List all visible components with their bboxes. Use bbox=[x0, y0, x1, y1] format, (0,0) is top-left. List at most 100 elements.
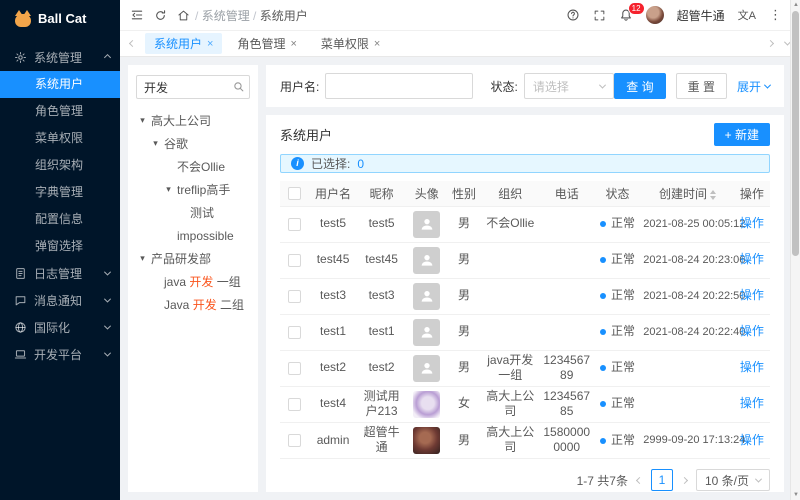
reset-button[interactable]: 重 置 bbox=[675, 73, 727, 99]
tree-node[interactable]: 测试 bbox=[136, 201, 250, 224]
tree-node-label: java 开发 一组 bbox=[164, 275, 241, 289]
selection-count: 0 bbox=[357, 156, 365, 171]
username-label[interactable]: 超管牛通 bbox=[677, 7, 725, 24]
row-action-link[interactable]: 操作 bbox=[740, 433, 764, 447]
tree-node[interactable]: Java 开发 二组 bbox=[136, 293, 250, 316]
cell-org bbox=[480, 242, 540, 279]
tree-node[interactable]: ▾ 产品研发部 bbox=[136, 247, 250, 270]
more-menu-icon[interactable]: ⋮ bbox=[769, 7, 782, 23]
sort-icon[interactable] bbox=[710, 189, 717, 200]
cell-phone: 15800000000 bbox=[539, 422, 594, 460]
cell-gender: 男 bbox=[447, 242, 481, 279]
close-icon[interactable]: × bbox=[207, 38, 213, 50]
sidebar-group[interactable]: 消息通知 bbox=[0, 287, 120, 314]
tree-node[interactable]: ▾ treflip高手 bbox=[136, 178, 250, 201]
row-checkbox[interactable] bbox=[288, 397, 302, 411]
sidebar-item[interactable]: 角色管理 bbox=[0, 98, 120, 125]
selection-alert-text: 已选择: bbox=[311, 157, 351, 171]
tree-node[interactable]: ▾ 谷歌 bbox=[136, 132, 250, 155]
row-action-link[interactable]: 操作 bbox=[740, 396, 764, 410]
column-header: 用户名 bbox=[309, 181, 357, 207]
sidebar-item[interactable]: 弹窗选择 bbox=[0, 233, 120, 260]
tab[interactable]: 菜单权限 × bbox=[312, 33, 389, 54]
tree-node[interactable]: impossible bbox=[136, 224, 250, 247]
tree-node[interactable]: ▾ 高大上公司 bbox=[136, 109, 250, 132]
sidebar-group[interactable]: 开发平台 bbox=[0, 341, 120, 368]
sidebar-item[interactable]: 菜单权限 bbox=[0, 125, 120, 152]
next-page-button[interactable] bbox=[680, 476, 689, 484]
tree-node[interactable]: 不会Ollie bbox=[136, 155, 250, 178]
home-icon[interactable] bbox=[177, 9, 190, 22]
cell-nickname: 超管牛通 bbox=[356, 422, 407, 460]
sidebar-item[interactable]: 字典管理 bbox=[0, 179, 120, 206]
tree-node-label: 高大上公司 bbox=[151, 114, 212, 128]
expand-link[interactable]: 展开 bbox=[737, 78, 772, 95]
page-size-select[interactable]: 10 条/页 bbox=[695, 469, 770, 492]
tree-node-label: impossible bbox=[177, 228, 234, 243]
column-header: 电话 bbox=[539, 181, 594, 207]
tab[interactable]: 角色管理 × bbox=[228, 33, 305, 54]
scrollbar-thumb[interactable] bbox=[792, 11, 799, 256]
tree-node-label: 谷歌 bbox=[164, 137, 189, 151]
sidebar-item[interactable]: 系统用户 bbox=[0, 71, 120, 98]
close-icon[interactable]: × bbox=[290, 38, 296, 50]
page-scrollbar[interactable]: ▲ ▼ bbox=[790, 0, 800, 500]
query-form: 用户名: 状态: 请选择 查 询 重 置 展开 bbox=[266, 65, 784, 107]
sidebar-group[interactable]: 国际化 bbox=[0, 314, 120, 341]
row-checkbox[interactable] bbox=[288, 325, 302, 339]
cat-logo-icon bbox=[15, 9, 31, 27]
row-action-link[interactable]: 操作 bbox=[740, 288, 764, 302]
tabs-scroll-left-icon[interactable] bbox=[128, 39, 137, 48]
breadcrumb-item[interactable]: 系统用户 bbox=[260, 9, 308, 23]
search-icon[interactable] bbox=[232, 80, 245, 96]
cell-created: 2021-08-24 20:22:40 bbox=[641, 314, 745, 351]
row-action-link[interactable]: 操作 bbox=[740, 252, 764, 266]
table-row: test5 test5 男 不会Ollie 正常 2021-08-25 00:0… bbox=[280, 206, 770, 243]
sidebar-item[interactable]: 配置信息 bbox=[0, 206, 120, 233]
sidebar-group[interactable]: 系统管理 bbox=[0, 44, 120, 71]
row-checkbox[interactable] bbox=[288, 289, 302, 303]
row-checkbox[interactable] bbox=[288, 217, 302, 231]
column-header: 状态 bbox=[593, 181, 642, 207]
translate-icon[interactable]: 文A bbox=[738, 7, 756, 23]
row-action-link[interactable]: 操作 bbox=[740, 216, 764, 230]
row-checkbox[interactable] bbox=[288, 253, 302, 267]
row-action-link[interactable]: 操作 bbox=[740, 324, 764, 338]
search-button[interactable]: 查 询 bbox=[614, 73, 666, 99]
cell-username: test5 bbox=[309, 206, 357, 243]
cell-nickname: test2 bbox=[356, 350, 407, 387]
tabs-scroll-right-icon[interactable] bbox=[766, 39, 775, 48]
avatar-image bbox=[413, 426, 441, 454]
brand-logo[interactable]: Ball Cat bbox=[0, 0, 120, 36]
sidebar-group[interactable]: 日志管理 bbox=[0, 260, 120, 287]
username-input[interactable] bbox=[325, 73, 474, 99]
fullscreen-icon[interactable] bbox=[593, 9, 606, 22]
scroll-down-icon[interactable]: ▼ bbox=[791, 490, 800, 500]
avatar-placeholder-icon bbox=[413, 318, 441, 346]
user-avatar[interactable] bbox=[645, 6, 664, 24]
tree-node[interactable]: java 开发 一组 bbox=[136, 270, 250, 293]
org-tree: ▾ 高大上公司 ▾ 谷歌 不会Ollie ▾ treflip高手 测试 impo… bbox=[136, 109, 250, 316]
tab[interactable]: 系统用户 × bbox=[145, 33, 223, 54]
status-dot bbox=[600, 293, 606, 300]
reload-icon[interactable] bbox=[154, 9, 167, 22]
notifications-button[interactable]: 12 bbox=[619, 2, 645, 22]
cell-org bbox=[480, 314, 540, 351]
row-checkbox[interactable] bbox=[288, 434, 302, 447]
sidebar-item[interactable]: 组织架构 bbox=[0, 152, 120, 179]
breadcrumb-item[interactable]: 系统管理 bbox=[202, 9, 250, 23]
tabs: 系统用户 × 角色管理 × 菜单权限 × bbox=[145, 33, 758, 54]
cell-nickname: test5 bbox=[356, 206, 407, 243]
scroll-up-icon[interactable]: ▲ bbox=[791, 0, 800, 10]
status-select[interactable]: 请选择 bbox=[523, 73, 615, 99]
select-all-checkbox[interactable] bbox=[288, 187, 302, 201]
row-checkbox[interactable] bbox=[288, 361, 302, 375]
sidebar-group-label: 开发平台 bbox=[34, 348, 83, 362]
row-action-link[interactable]: 操作 bbox=[740, 360, 764, 374]
page-number-button[interactable]: 1 bbox=[650, 469, 673, 492]
close-icon[interactable]: × bbox=[374, 38, 380, 50]
menu-fold-icon[interactable] bbox=[130, 8, 144, 22]
help-icon[interactable] bbox=[566, 8, 580, 22]
create-button[interactable]: + 新建 bbox=[713, 123, 770, 146]
prev-page-button[interactable] bbox=[635, 476, 644, 484]
